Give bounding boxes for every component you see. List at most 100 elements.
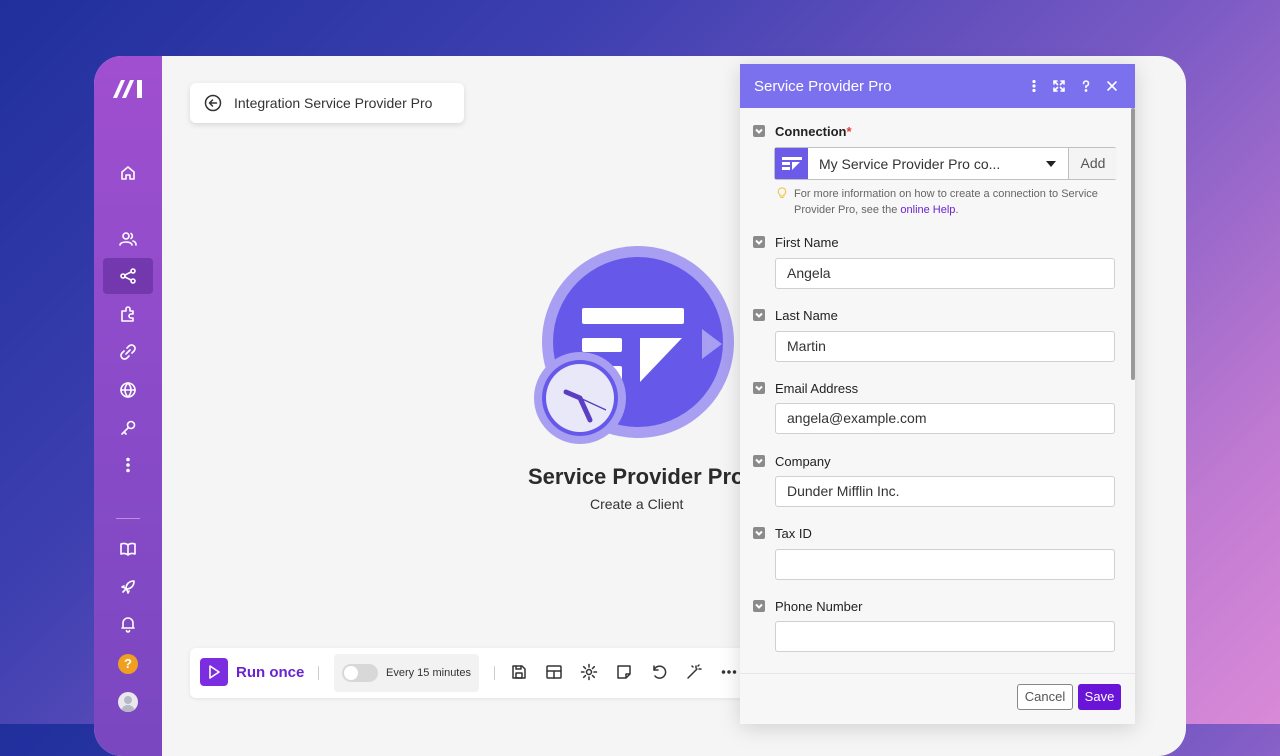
- field-toggle-last-name[interactable]: [753, 309, 765, 321]
- schedule-control[interactable]: Every 15 minutes: [334, 654, 479, 692]
- more-vertical-icon: [126, 457, 130, 473]
- magic-wand-icon: [687, 664, 702, 679]
- make-logo[interactable]: [111, 78, 145, 100]
- connection-value[interactable]: My Service Provider Pro co...: [819, 156, 1000, 172]
- toolbar-divider: [318, 666, 319, 680]
- company-label: Company: [775, 454, 831, 469]
- avatar[interactable]: [118, 692, 138, 712]
- panel-title: Service Provider Pro: [754, 77, 892, 95]
- sidebar: ?: [94, 56, 162, 756]
- tax-id-field[interactable]: [775, 549, 1115, 580]
- field-toggle-company[interactable]: [753, 455, 765, 467]
- company-field[interactable]: Dunder Mifflin Inc.: [775, 476, 1115, 507]
- chevron-down-icon: [755, 603, 763, 609]
- field-toggle-connection[interactable]: [753, 125, 765, 137]
- scenario-title[interactable]: Integration Service Provider Pro: [234, 95, 432, 111]
- panel-body: Connection* My Service Provider Pro co..…: [740, 108, 1135, 673]
- sidebar-item-launch[interactable]: [103, 569, 153, 605]
- app-icon: [775, 148, 808, 179]
- expand-icon: [1053, 80, 1065, 92]
- sidebar-item-connections[interactable]: [103, 334, 153, 370]
- field-toggle-email[interactable]: [753, 382, 765, 394]
- scheduling-button[interactable]: [545, 663, 563, 681]
- bell-icon: [121, 617, 135, 633]
- help-icon[interactable]: ?: [118, 654, 138, 674]
- panel-expand-button[interactable]: [1051, 78, 1067, 94]
- sidebar-item-apps[interactable]: [103, 296, 153, 332]
- sidebar-item-more[interactable]: [103, 447, 153, 483]
- sidebar-item-keys[interactable]: [103, 410, 153, 446]
- bottom-toolbar: Run once Every 15 minutes: [190, 648, 770, 698]
- users-icon: [119, 232, 137, 246]
- run-once-label[interactable]: Run once: [236, 664, 304, 681]
- chevron-down-icon: [755, 530, 763, 536]
- panel-close-button[interactable]: [1104, 78, 1120, 94]
- module-name: Service Provider Pro: [528, 464, 745, 489]
- schedule-toggle[interactable]: [342, 664, 378, 682]
- close-icon: [1107, 81, 1117, 91]
- last-name-field[interactable]: Martin: [775, 331, 1115, 362]
- more-horizontal-icon: [721, 670, 737, 674]
- online-help-link[interactable]: online Help: [900, 204, 955, 216]
- share-icon: [120, 268, 136, 284]
- panel-header: Service Provider Pro: [740, 64, 1135, 108]
- chevron-down-icon: [755, 458, 763, 464]
- first-name-field[interactable]: Angela: [775, 258, 1115, 289]
- lightbulb-icon: [777, 187, 787, 198]
- first-name-label: First Name: [775, 235, 839, 250]
- home-icon: [121, 166, 135, 180]
- puzzle-icon: [121, 306, 134, 322]
- auto-align-button[interactable]: [685, 663, 703, 681]
- panel-scrollbar[interactable]: [1131, 108, 1135, 380]
- sidebar-item-home[interactable]: [103, 155, 153, 191]
- save-icon: [512, 665, 526, 679]
- undo-icon: [653, 665, 667, 679]
- sidebar-item-docs[interactable]: [103, 531, 153, 567]
- sidebar-item-scenarios[interactable]: [103, 258, 153, 294]
- sidebar-item-webhooks[interactable]: [103, 372, 153, 408]
- chevron-down-icon: [755, 385, 763, 391]
- breadcrumb[interactable]: Integration Service Provider Pro: [190, 83, 464, 123]
- gear-icon: [580, 663, 598, 681]
- more-options-button[interactable]: [720, 663, 738, 681]
- field-toggle-tax-id[interactable]: [753, 527, 765, 539]
- field-toggle-phone[interactable]: [753, 600, 765, 612]
- save-button[interactable]: Save: [1078, 684, 1121, 710]
- panel-menu-button[interactable]: [1026, 78, 1042, 94]
- email-field[interactable]: angela@example.com: [775, 403, 1115, 434]
- connection-select[interactable]: My Service Provider Pro co... Add: [774, 147, 1117, 180]
- arrow-left-circle-icon[interactable]: [204, 94, 222, 112]
- save-scenario-button[interactable]: [510, 663, 528, 681]
- cancel-button[interactable]: Cancel: [1017, 684, 1073, 710]
- field-toggle-first-name[interactable]: [753, 236, 765, 248]
- connection-label: Connection*: [775, 124, 852, 139]
- book-icon: [120, 542, 136, 556]
- globe-icon: [120, 382, 136, 398]
- caret-down-icon[interactable]: [1046, 161, 1056, 167]
- undo-button[interactable]: [650, 663, 668, 681]
- email-label: Email Address: [775, 381, 859, 396]
- note-icon: [617, 665, 631, 679]
- run-once-button[interactable]: [200, 658, 228, 686]
- layout-icon: [546, 665, 562, 679]
- chevron-down-icon: [755, 128, 763, 134]
- panel-help-button[interactable]: [1078, 78, 1094, 94]
- notes-button[interactable]: [615, 663, 633, 681]
- sidebar-divider: [116, 518, 140, 519]
- play-icon: [209, 665, 220, 679]
- sidebar-item-team[interactable]: [103, 221, 153, 257]
- module-action: Create a Client: [590, 496, 684, 512]
- connection-hint: For more information on how to create a …: [794, 188, 1098, 216]
- phone-field[interactable]: [775, 621, 1115, 652]
- module-settings-panel: Service Provider Pro Connection* My Serv…: [740, 64, 1135, 724]
- phone-label: Phone Number: [775, 599, 863, 614]
- question-icon: [1082, 80, 1090, 92]
- toolbar-divider: [494, 666, 495, 680]
- settings-button[interactable]: [580, 663, 598, 681]
- link-icon: [120, 344, 136, 360]
- add-connection-button[interactable]: Add: [1068, 148, 1117, 179]
- sidebar-item-notifications[interactable]: [103, 606, 153, 642]
- tax-id-label: Tax ID: [775, 526, 812, 541]
- schedule-label[interactable]: Every 15 minutes: [386, 667, 471, 679]
- last-name-label: Last Name: [775, 308, 838, 323]
